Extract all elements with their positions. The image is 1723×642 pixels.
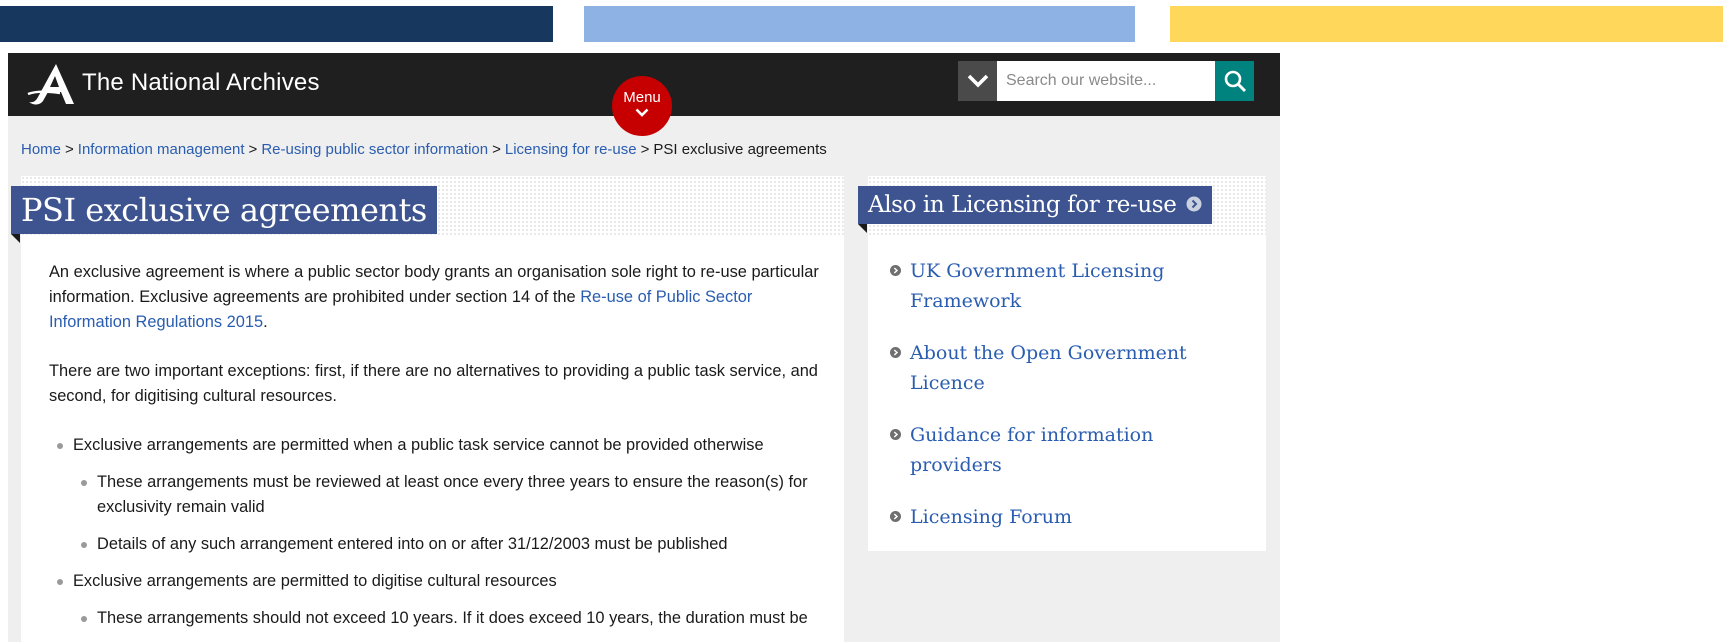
sidebar-link-item: UK Government Licensing Framework (890, 256, 1250, 316)
sub-list: These arrangements must be reviewed at l… (73, 470, 829, 557)
breadcrumb-information-management[interactable]: Information management (78, 141, 245, 158)
chevron-down-icon (635, 108, 649, 117)
breadcrumb-current: PSI exclusive agreements (653, 141, 827, 158)
exceptions-list: Exclusive arrangements are permitted whe… (49, 433, 829, 631)
breadcrumb-home[interactable]: Home (21, 141, 61, 158)
chevron-right-circle-icon (890, 511, 901, 522)
search-input[interactable] (997, 61, 1215, 101)
sidebar-link-item: About the Open Government Licence (890, 338, 1250, 398)
sidebar-link-open-government-licence[interactable]: About the Open Government Licence (910, 342, 1187, 394)
breadcrumb-separator: > (65, 141, 74, 158)
title-fold (858, 224, 867, 233)
search-icon[interactable] (1215, 61, 1254, 101)
breadcrumb-separator: > (248, 141, 258, 158)
paragraph-intro-end: . (263, 313, 268, 331)
sidebar-link-item: Licensing Forum (890, 502, 1250, 532)
sidebar-title: Also in Licensing for re-use (858, 186, 1213, 224)
list-item-text: Exclusive arrangements are permitted to … (73, 572, 557, 590)
sub-list-item: These arrangements should not exceed 10 … (73, 606, 829, 631)
sidebar-title-text: Also in Licensing for re-use (868, 192, 1177, 218)
sidebar-link-guidance-providers[interactable]: Guidance for information providers (910, 424, 1153, 476)
sub-list: These arrangements should not exceed 10 … (73, 606, 829, 631)
page-title: PSI exclusive agreements (11, 186, 437, 234)
menu-label: Menu (623, 89, 661, 106)
breadcrumb: Home > Information management > Re-using pub… (21, 141, 827, 158)
list-item-text: Exclusive arrangements are permitted whe… (73, 436, 764, 454)
breadcrumb-licensing-for-re-use[interactable]: Licensing for re-use (505, 141, 637, 158)
website-frame: The National Archives Menu Home>Informat… (8, 53, 1280, 642)
sidebar-link-item: Guidance for information providers (890, 420, 1250, 480)
list-item: Exclusive arrangements are permitted to … (49, 569, 829, 631)
article-body: An exclusive agreement is where a public… (49, 260, 829, 642)
chevron-right-circle-icon (1186, 186, 1202, 224)
paragraph-intro: An exclusive agreement is where a public… (49, 260, 829, 335)
title-fold (11, 234, 20, 243)
search-bar (958, 61, 1254, 101)
chevron-right-circle-icon (890, 265, 901, 276)
chevron-right-circle-icon (890, 347, 901, 358)
sidebar-link-licensing-forum[interactable]: Licensing Forum (910, 506, 1072, 528)
chevron-right-circle-icon (890, 429, 901, 440)
sub-list-item: These arrangements must be reviewed at l… (73, 470, 829, 520)
list-item: Exclusive arrangements are permitted whe… (49, 433, 829, 557)
sidebar-links: UK Government Licensing Framework About … (890, 256, 1250, 554)
main-content: PSI exclusive agreements An exclusive ag… (11, 176, 844, 642)
breadcrumb-re-using-psi[interactable]: Re-using public sector information (261, 141, 488, 158)
chevron-down-icon[interactable] (958, 61, 997, 101)
sidebar-link-licensing-framework[interactable]: UK Government Licensing Framework (910, 260, 1164, 312)
site-name[interactable]: The National Archives (82, 69, 320, 97)
accent-bar-light-blue (584, 6, 1135, 42)
breadcrumb-separator: > (640, 141, 650, 158)
national-archives-logo-icon[interactable] (26, 61, 86, 107)
breadcrumb-separator: > (492, 141, 501, 158)
accent-bar-navy (0, 6, 553, 42)
sidebar: Also in Licensing for re-use UK Governme… (858, 176, 1266, 554)
accent-bar-yellow (1170, 6, 1723, 42)
menu-button[interactable]: Menu (612, 76, 672, 136)
paragraph-exceptions: There are two important exceptions: firs… (49, 362, 818, 405)
sub-list-item: Details of any such arrangement entered … (73, 532, 829, 557)
